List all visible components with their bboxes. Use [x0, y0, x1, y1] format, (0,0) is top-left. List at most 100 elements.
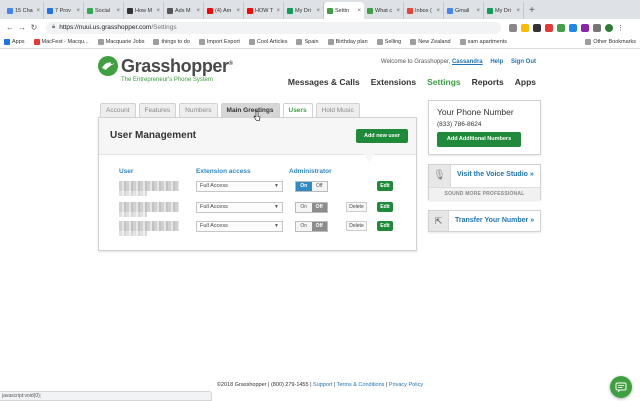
tab-numbers[interactable]: Numbers	[179, 103, 218, 117]
bookmark-item[interactable]: Import Export	[198, 39, 240, 45]
edit-user-button[interactable]: Edit	[377, 181, 393, 191]
extension-icon[interactable]	[593, 23, 601, 32]
back-icon[interactable]: ←	[4, 23, 16, 32]
administrator-toggle[interactable]: On Off	[295, 221, 328, 232]
nav-settings[interactable]: Settings	[427, 77, 461, 87]
profile-avatar[interactable]	[605, 23, 613, 32]
nav-reports[interactable]: Reports	[472, 77, 504, 87]
browser-tab[interactable]: What c ×	[364, 2, 404, 19]
bookmark-item[interactable]: sam apartments	[459, 39, 507, 45]
extension-icon[interactable]	[533, 23, 541, 32]
tab-account[interactable]: Account	[100, 103, 136, 117]
bookmark-item[interactable]: Macquarie Jobs	[97, 39, 144, 45]
toggle-on[interactable]: On	[296, 182, 312, 191]
extension-access-select[interactable]: Full Access ▼	[196, 181, 283, 192]
transfer-number-box[interactable]: ⇱ Transfer Your Number »	[428, 210, 541, 232]
tab-close-icon[interactable]: ×	[516, 8, 520, 14]
toggle-off[interactable]: Off	[311, 203, 327, 212]
browser-tab[interactable]: Settin ×	[324, 2, 364, 19]
delete-user-button[interactable]: Delete	[346, 221, 367, 231]
administrator-toggle[interactable]: On Off	[295, 181, 328, 192]
edit-user-button[interactable]: Edit	[377, 221, 393, 231]
extension-icon[interactable]	[557, 23, 565, 32]
voice-studio-link[interactable]: Visit the Voice Studio »	[457, 171, 534, 178]
bookmark-item[interactable]: things to do	[153, 39, 190, 45]
bookmark-item[interactable]: Selling	[376, 39, 401, 45]
tab-close-icon[interactable]: ×	[276, 8, 280, 14]
bookmark-item[interactable]: Cool Articles	[248, 39, 287, 45]
star-icon[interactable]	[521, 23, 529, 32]
tab-close-icon[interactable]: ×	[196, 8, 200, 14]
toggle-off[interactable]: Off	[311, 182, 327, 191]
help-link[interactable]: Help	[490, 59, 503, 65]
tab-features[interactable]: Features	[138, 103, 177, 117]
privacy-link[interactable]: Privacy Policy	[389, 382, 423, 388]
tab-close-icon[interactable]: ×	[436, 8, 440, 14]
tab-close-icon[interactable]: ×	[476, 8, 480, 14]
delete-user-button[interactable]: Delete	[346, 202, 367, 212]
reload-icon[interactable]: ↻	[28, 23, 40, 32]
browser-tab[interactable]: Inbox (×	[404, 2, 444, 19]
key-icon[interactable]	[509, 23, 517, 32]
browser-tab[interactable]: (4) Am ×	[204, 2, 244, 19]
tab-close-icon[interactable]: ×	[36, 8, 40, 14]
bookmark-item[interactable]: Spain	[296, 39, 319, 45]
extension-access-select[interactable]: Full Access ▼	[196, 221, 283, 232]
terms-link[interactable]: Terms & Conditions	[337, 382, 385, 388]
browser-tab[interactable]: My Dri ×	[484, 2, 524, 19]
browser-tab[interactable]: Gmail ×	[444, 2, 484, 19]
add-additional-numbers-button[interactable]: Add Additional Numbers	[437, 132, 521, 147]
forward-icon[interactable]: →	[16, 23, 28, 32]
browser-tab[interactable]: How M ×	[124, 2, 164, 19]
administrator-toggle[interactable]: On Off	[295, 202, 328, 213]
toggle-on[interactable]: On	[296, 222, 312, 231]
tab-close-icon[interactable]: ×	[357, 8, 361, 14]
nav-apps[interactable]: Apps	[515, 77, 536, 87]
voice-studio-box[interactable]: 🎙︎ Visit the Voice Studio » SOUND MORE P…	[428, 164, 541, 200]
transfer-number-link[interactable]: Transfer Your Number »	[455, 217, 534, 224]
nav-messages-calls[interactable]: Messages & Calls	[288, 77, 360, 87]
microphone-icon: 🎙︎	[429, 165, 451, 187]
bookmark-item[interactable]: Apps	[4, 39, 25, 45]
tab-close-icon[interactable]: ×	[116, 8, 120, 14]
browser-tab[interactable]: HOW T ×	[244, 2, 284, 19]
extension-icon[interactable]	[581, 23, 589, 32]
add-new-user-button[interactable]: Add new user	[356, 129, 408, 143]
bookmark-item[interactable]: New Zealand	[410, 39, 451, 45]
extension-icon[interactable]	[545, 23, 553, 32]
browser-tab[interactable]: My Dri ×	[284, 2, 324, 19]
bookmark-item[interactable]: MacFest - Macqu...	[33, 39, 89, 45]
username-link[interactable]: Cassandra	[452, 59, 483, 65]
support-link[interactable]: Support	[313, 382, 332, 388]
tab-close-icon[interactable]: ×	[316, 8, 320, 14]
extension-icons: ⋮	[509, 23, 624, 32]
tab-favicon-icon	[447, 7, 453, 14]
grasshopper-logo[interactable]: Grasshopper® The Entrepreneur's Phone Sy…	[97, 55, 233, 83]
browser-tab[interactable]: 7 Prov ×	[44, 2, 84, 19]
nav-extensions[interactable]: Extensions	[371, 77, 416, 87]
tab-close-icon[interactable]: ×	[396, 8, 400, 14]
new-tab-icon[interactable]: +	[524, 2, 540, 19]
tab-hold-music[interactable]: Hold Music	[315, 103, 360, 117]
tab-close-icon[interactable]: ×	[76, 8, 80, 14]
browser-tab[interactable]: Ads M ×	[164, 2, 204, 19]
tab-main-greetings[interactable]: Main Greetings	[220, 103, 280, 117]
browser-tab[interactable]: Social ×	[84, 2, 124, 19]
tab-close-icon[interactable]: ×	[156, 8, 160, 14]
tab-close-icon[interactable]: ×	[236, 8, 240, 14]
extension-access-select[interactable]: Full Access ▼	[196, 202, 283, 213]
url-field[interactable]: 🔒︎ https://nuui.us.grasshopper.com/Setti…	[46, 21, 501, 34]
sign-out-link[interactable]: Sign Out	[511, 59, 536, 65]
phone-number-title: Your Phone Number	[437, 107, 514, 117]
extension-icon[interactable]	[569, 23, 577, 32]
bookmark-item[interactable]: Birthday plan	[327, 39, 368, 45]
chat-widget-button[interactable]	[610, 376, 632, 398]
browser-tab[interactable]: 15 Cha ×	[4, 2, 44, 19]
toggle-on[interactable]: On	[296, 203, 312, 212]
transfer-icon: ⇱	[429, 211, 449, 231]
tab-users[interactable]: Users	[282, 103, 313, 117]
toggle-off[interactable]: Off	[311, 222, 327, 231]
edit-user-button[interactable]: Edit	[377, 202, 393, 212]
menu-icon[interactable]: ⋮	[617, 24, 624, 32]
other-bookmarks[interactable]: Other Bookmarks	[585, 39, 636, 45]
